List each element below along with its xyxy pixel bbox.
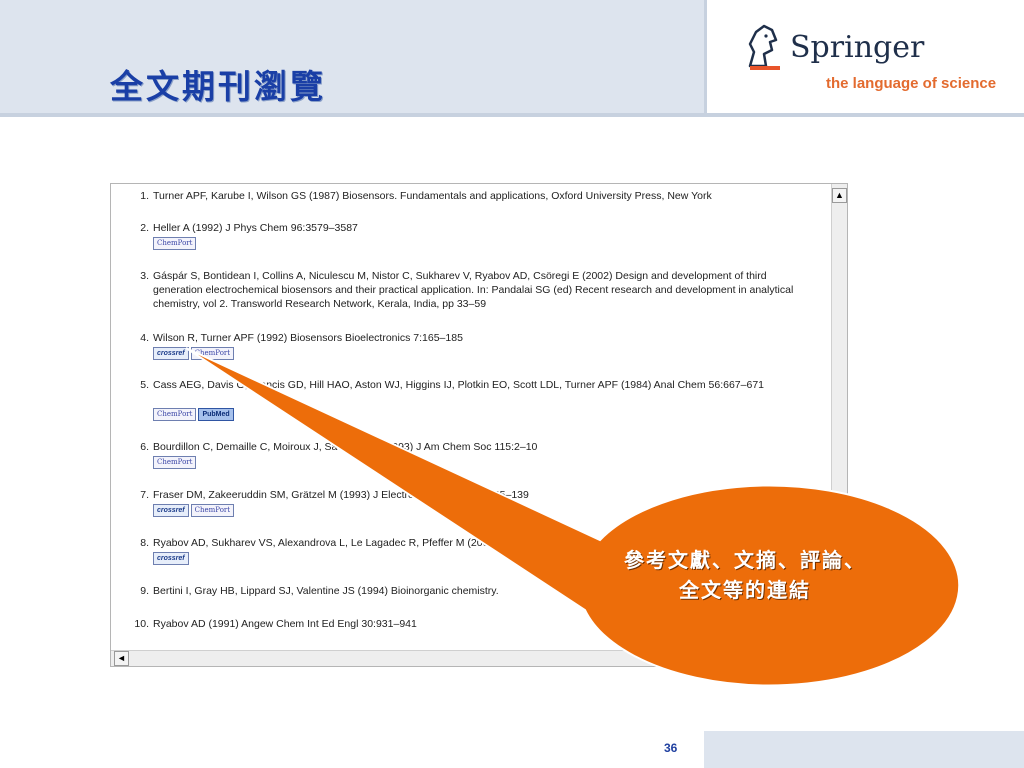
reference-number: 6. [140, 441, 149, 453]
reference-link-badges: ChemPort PubMed [153, 408, 236, 422]
chemport-link-button[interactable]: ChemPort [153, 456, 197, 469]
reference-text[interactable]: Fraser DM, Zakeeruddin SM, Grätzel M (19… [153, 488, 796, 502]
logo-underline [750, 66, 780, 70]
reference-link-badges: ChemPort [153, 237, 198, 251]
chemport-link-button[interactable]: ChemPort [153, 408, 197, 421]
scroll-left-arrow[interactable]: ◄ [114, 651, 129, 666]
slide-title: 全文期刊瀏覽 [110, 67, 326, 106]
reference-number: 3. [140, 270, 149, 282]
header-rule [0, 113, 1024, 117]
chemport-link-button[interactable]: ChemPort [190, 347, 235, 360]
header-band [0, 0, 704, 113]
logo-tagline: the language of science [826, 75, 997, 92]
footer-band [704, 731, 1024, 768]
reference-link-badges: crossref ChemPort [153, 504, 236, 518]
reference-text[interactable]: Bourdillon C, Demaille C, Moiroux J, Sav… [153, 440, 796, 454]
reference-number: 2. [140, 222, 149, 234]
horizontal-scrollbar[interactable]: ◄ [111, 650, 833, 666]
reference-number: 9. [140, 585, 149, 597]
pubmed-link-button[interactable]: PubMed [198, 408, 234, 421]
reference-number: 5. [140, 379, 149, 391]
reference-number: 1. [140, 190, 149, 202]
callout-text: 參考文獻、文摘、評論、全文等的連結 [624, 548, 866, 602]
reference-text[interactable]: Turner APF, Karube I, Wilson GS (1987) B… [153, 189, 796, 203]
crossref-link-button[interactable]: crossref [153, 552, 189, 565]
reference-number: 10. [134, 618, 149, 630]
reference-number: 7. [140, 489, 149, 501]
chemport-link-button[interactable]: ChemPort [190, 504, 235, 517]
horse-head-icon [748, 24, 778, 68]
reference-link-badges: ChemPort [153, 456, 198, 470]
reference-text[interactable]: Ryabov AD (1991) Angew Chem Int Ed Engl … [153, 617, 796, 631]
scroll-up-arrow[interactable]: ▲ [832, 188, 847, 203]
reference-link-badges: crossref ChemPort [153, 347, 236, 361]
reference-link-badges: crossref [153, 552, 191, 566]
reference-number: 8. [140, 537, 149, 549]
chemport-link-button[interactable]: ChemPort [153, 237, 197, 250]
crossref-link-button[interactable]: crossref [153, 347, 189, 360]
reference-text[interactable]: Wilson R, Turner APF (1992) Biosensors B… [153, 331, 796, 345]
reference-text[interactable]: Gáspár S, Bontidean I, Collins A, Nicule… [153, 269, 796, 311]
logo-name: Springer [790, 30, 925, 65]
crossref-link-button[interactable]: crossref [153, 504, 189, 517]
reference-text[interactable]: Heller A (1992) J Phys Chem 96:3579–3587 [153, 221, 796, 235]
page-number: 36 [664, 741, 678, 755]
reference-number: 4. [140, 332, 149, 344]
reference-text[interactable]: Cass AEG, Davis G, Francis GD, Hill HAO,… [153, 378, 796, 392]
